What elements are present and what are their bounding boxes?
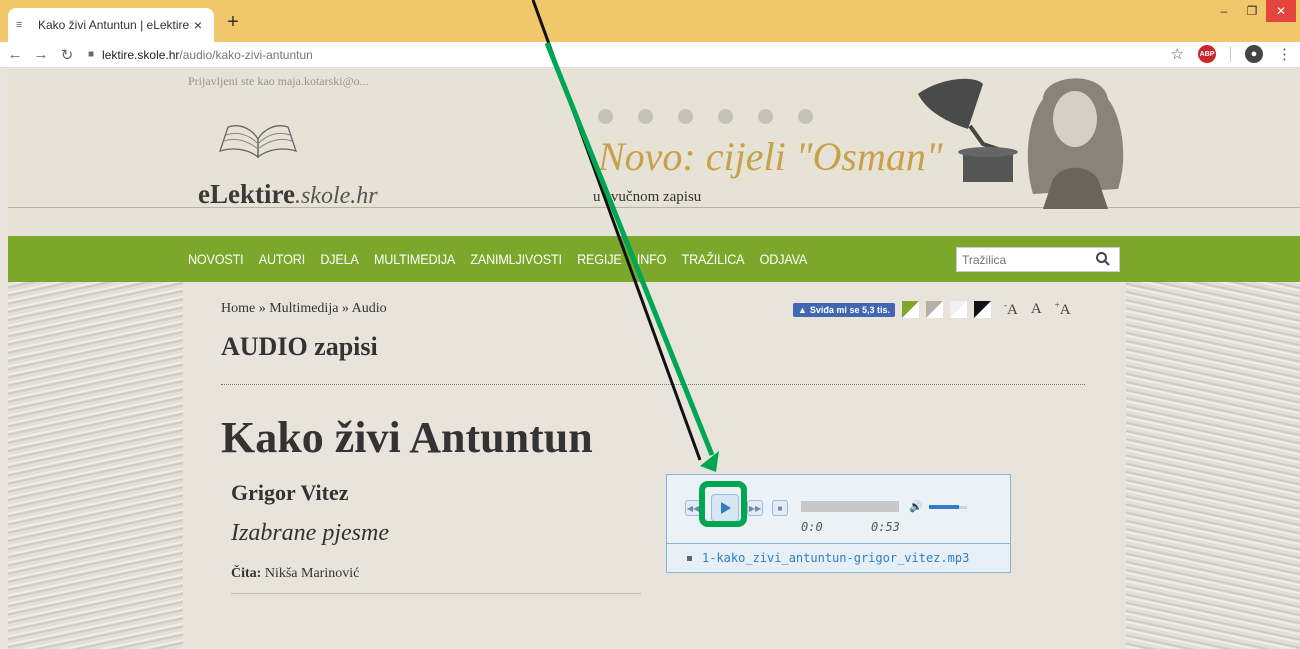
player-controls: ◀◀ ▶▶ ■ 🔊 0:0 0:53 bbox=[667, 475, 1010, 543]
work-title: Kako živi Antuntun bbox=[221, 413, 593, 462]
slider-dots bbox=[598, 109, 813, 124]
nav-menu: NOVOSTI AUTORI DJELA MULTIMEDIJA ZANIMLJ… bbox=[188, 236, 807, 282]
nav-item-novosti[interactable]: NOVOSTI bbox=[188, 251, 244, 267]
promo-subtitle: u zvučnom zapisu bbox=[593, 189, 702, 205]
web-page: Prijavljeni ste kao maja.kotarski@o... e… bbox=[8, 69, 1300, 649]
search-icon[interactable] bbox=[1095, 251, 1111, 267]
author-name: Grigor Vitez bbox=[231, 480, 349, 505]
nav-item-autori[interactable]: AUTORI bbox=[259, 251, 305, 267]
font-increase-button[interactable]: +A bbox=[1055, 300, 1071, 319]
adblock-icon[interactable]: ABP bbox=[1198, 45, 1216, 63]
forward-arrow-icon[interactable]: → bbox=[30, 46, 52, 63]
font-reset-button[interactable]: A bbox=[1031, 301, 1042, 318]
bookmark-star-icon[interactable]: ☆ bbox=[1171, 45, 1184, 63]
browser-tab[interactable]: ≡ Kako živi Antuntun | eLektire × bbox=[8, 8, 214, 42]
volume-level[interactable] bbox=[929, 505, 959, 509]
browser-toolbar: ← → ↻ ■ lektire.skole.hr/audio/kako-zivi… bbox=[0, 42, 1300, 68]
window-minimize-button[interactable]: – bbox=[1210, 0, 1238, 22]
playlist-item[interactable]: 1-kako_zivi_antuntun-grigor_vitez.mp3 bbox=[667, 543, 1010, 572]
page-tools: ▲ Sviđa mi se 5,3 tis. -A A +A bbox=[793, 300, 1071, 319]
collection-title: Izabrane pjesme bbox=[231, 520, 389, 546]
author-portrait-icon bbox=[1027, 78, 1124, 209]
thumbs-up-icon: ▲ bbox=[798, 304, 807, 315]
tab-title: Kako živi Antuntun | eLektire bbox=[38, 18, 190, 32]
login-status: Prijavljeni ste kao maja.kotarski@o... bbox=[188, 74, 369, 88]
slider-dot[interactable] bbox=[678, 109, 693, 124]
account-icon[interactable]: ● bbox=[1245, 45, 1263, 63]
window-close-button[interactable]: ✕ bbox=[1266, 0, 1296, 22]
next-track-icon[interactable]: ▶▶ bbox=[747, 500, 763, 516]
new-tab-button[interactable]: + bbox=[222, 12, 244, 34]
tab-close-icon[interactable]: × bbox=[190, 17, 206, 33]
decorative-pages-right bbox=[1126, 282, 1300, 649]
url-path: /audio/kako-zivi-antuntun bbox=[179, 47, 313, 62]
main-nav: NOVOSTI AUTORI DJELA MULTIMEDIJA ZANIMLJ… bbox=[8, 236, 1300, 282]
stop-button[interactable]: ■ bbox=[772, 500, 788, 516]
current-time: 0:0 bbox=[801, 520, 823, 534]
facebook-like-button[interactable]: ▲ Sviđa mi se 5,3 tis. bbox=[793, 302, 895, 317]
volume-icon[interactable]: 🔊 bbox=[909, 500, 923, 513]
menu-kebab-icon[interactable]: ⋮ bbox=[1277, 45, 1292, 63]
list-bullet bbox=[687, 555, 692, 561]
previous-track-icon[interactable]: ◀◀ bbox=[685, 500, 701, 516]
nav-item-djela[interactable]: DJELA bbox=[320, 251, 358, 267]
promo-title[interactable]: Novo: cijeli "Osman" bbox=[598, 133, 943, 180]
address-bar[interactable]: ■ lektire.skole.hr/audio/kako-zivi-antun… bbox=[88, 48, 313, 62]
site-logo[interactable]: eLektire.skole.hr bbox=[198, 179, 378, 210]
contrast-black-icon[interactable] bbox=[973, 301, 991, 318]
url-host: lektire.skole.hr bbox=[102, 47, 180, 62]
nav-item-regije[interactable]: REGIJE bbox=[577, 251, 622, 267]
font-decrease-button[interactable]: -A bbox=[1004, 300, 1018, 319]
play-button[interactable] bbox=[711, 494, 739, 522]
search-input[interactable] bbox=[957, 248, 1087, 271]
reader-info: Čita: Nikša Marinović bbox=[231, 566, 360, 581]
total-time: 0:53 bbox=[871, 520, 900, 534]
lock-icon: ■ bbox=[88, 49, 95, 60]
slider-dot[interactable] bbox=[638, 109, 653, 124]
reader-divider bbox=[231, 593, 641, 594]
main-content: Home » Multimedija » Audio ▲ Sviđa mi se … bbox=[183, 282, 1126, 649]
reload-icon[interactable]: ↻ bbox=[56, 46, 78, 64]
slider-dot[interactable] bbox=[758, 109, 773, 124]
play-icon bbox=[721, 502, 731, 514]
site-header: Prijavljeni ste kao maja.kotarski@o... e… bbox=[8, 69, 1300, 237]
open-book-logo-icon bbox=[218, 125, 298, 159]
decorative-pages-left bbox=[8, 282, 183, 649]
contrast-gray-icon[interactable] bbox=[925, 301, 943, 318]
progress-bar[interactable] bbox=[801, 501, 899, 512]
slider-dot[interactable] bbox=[798, 109, 813, 124]
nav-item-info[interactable]: INFO bbox=[637, 251, 667, 267]
nav-item-trazilica[interactable]: TRAŽILICA bbox=[682, 251, 745, 267]
back-arrow-icon[interactable]: ← bbox=[4, 46, 26, 63]
nav-item-odjava[interactable]: ODJAVA bbox=[760, 251, 808, 267]
toolbar-separator bbox=[1230, 46, 1231, 62]
search-box bbox=[956, 247, 1120, 272]
nav-item-zanimljivosti[interactable]: ZANIMLJIVOSTI bbox=[470, 251, 562, 267]
slider-dot[interactable] bbox=[598, 109, 613, 124]
browser-tab-bar: ≡ Kako živi Antuntun | eLektire × + – ❐ … bbox=[0, 0, 1300, 42]
gramophone-icon bbox=[918, 78, 1018, 182]
site-favicon-icon: ≡ bbox=[16, 19, 23, 31]
window-maximize-button[interactable]: ❐ bbox=[1238, 0, 1266, 22]
title-divider bbox=[221, 384, 1085, 385]
track-filename[interactable]: 1-kako_zivi_antuntun-grigor_vitez.mp3 bbox=[702, 551, 969, 565]
breadcrumb[interactable]: Home » Multimedija » Audio bbox=[221, 301, 387, 317]
slider-dot[interactable] bbox=[718, 109, 733, 124]
contrast-white-icon[interactable] bbox=[949, 301, 967, 318]
page-title: AUDIO zapisi bbox=[221, 332, 378, 361]
contrast-green-icon[interactable] bbox=[901, 301, 919, 318]
audio-player: ◀◀ ▶▶ ■ 🔊 0:0 0:53 1-kako_zivi_antuntun-… bbox=[666, 474, 1011, 573]
nav-item-multimedija[interactable]: MULTIMEDIJA bbox=[374, 251, 455, 267]
